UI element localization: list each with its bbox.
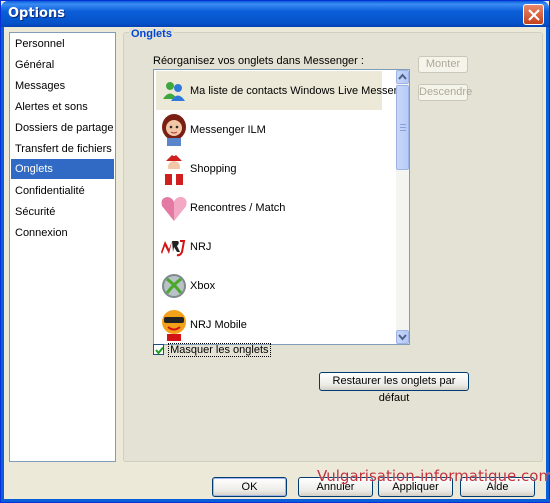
category-list: Personnel Général Messages Alertes et so… [9, 32, 116, 462]
scroll-thumb[interactable] [396, 85, 409, 170]
category-messages[interactable]: Messages [11, 76, 114, 96]
thumb-grip [400, 124, 406, 125]
category-connection[interactable]: Connexion [11, 223, 114, 243]
tab-row-xbox[interactable]: Xbox [156, 266, 382, 305]
tabs-scrollbar[interactable] [396, 70, 409, 344]
category-sharing-folders[interactable]: Dossiers de partage [11, 118, 114, 138]
tab-row-nrj-mobile[interactable]: NRJ Mobile [156, 305, 382, 344]
category-personnel[interactable]: Personnel [11, 34, 114, 54]
window-frame-bottom [1, 499, 550, 502]
tab-label: Shopping [190, 163, 237, 175]
close-icon [528, 9, 540, 21]
tab-label: NRJ [190, 241, 212, 253]
heart-icon [161, 197, 187, 221]
tab-row-shopping[interactable]: Shopping [156, 149, 382, 188]
tabs-listbox[interactable]: Ma liste de contacts Windows Live Messen… [153, 69, 410, 345]
category-alerts-sounds[interactable]: Alertes et sons [11, 97, 114, 117]
tab-row-nrj[interactable]: NRJ [156, 227, 382, 266]
hide-tabs-checkbox[interactable] [153, 344, 164, 355]
xbox-icon [162, 274, 186, 298]
window-frame-right [546, 27, 549, 502]
category-tabs[interactable]: Onglets [11, 159, 114, 179]
nrj-logo-icon [161, 240, 186, 257]
tab-label: NRJ Mobile [190, 319, 247, 331]
tab-row-contacts[interactable]: Ma liste de contacts Windows Live Messen… [156, 71, 409, 110]
hide-tabs-label: Masquer les onglets [168, 343, 271, 357]
watermark-text: Vulgarisation-informatique.com [317, 467, 550, 485]
category-security[interactable]: Sécurité [11, 202, 114, 222]
title-bar[interactable]: Options [1, 1, 549, 27]
hide-tabs-option[interactable]: Masquer les onglets [153, 343, 271, 357]
close-button[interactable] [523, 4, 544, 25]
window-frame-left [1, 27, 4, 502]
tab-row-messenger-ilm[interactable]: Messenger ILM [156, 110, 382, 149]
tab-label: Xbox [190, 280, 216, 292]
instruction-text: Réorganisez vos onglets dans Messenger : [153, 55, 364, 67]
girl-avatar-icon [162, 114, 186, 146]
arrow-up-icon [398, 73, 407, 80]
scroll-up-button[interactable] [396, 70, 409, 84]
tab-row-dating[interactable]: Rencontres / Match [156, 188, 382, 227]
santa-shopping-icon [165, 152, 183, 185]
arrow-down-icon [398, 334, 407, 341]
thumb-grip [400, 127, 406, 128]
nrj-mobile-icon [162, 310, 186, 341]
tab-label: Ma liste de contacts Windows Live Messen… [190, 85, 410, 97]
move-down-button[interactable]: Descendre [418, 84, 472, 101]
restore-default-tabs-button[interactable]: Restaurer les onglets par défaut [319, 372, 469, 404]
thumb-grip [400, 130, 406, 131]
options-window: Options Personnel Général Messages Alert… [0, 0, 550, 503]
tab-label: Messenger ILM [190, 124, 266, 136]
category-general[interactable]: Général [11, 55, 114, 75]
scroll-down-button[interactable] [396, 330, 409, 344]
move-up-button[interactable]: Monter [418, 56, 468, 73]
category-file-transfer[interactable]: Transfert de fichiers [11, 139, 114, 159]
window-title: Options [8, 6, 65, 21]
contacts-icon [163, 82, 185, 101]
category-privacy[interactable]: Confidentialité [11, 181, 114, 201]
group-title: Onglets [129, 28, 174, 40]
tab-label: Rencontres / Match [190, 202, 286, 214]
ok-button[interactable]: OK [212, 477, 287, 497]
checkmark-icon [155, 346, 164, 355]
